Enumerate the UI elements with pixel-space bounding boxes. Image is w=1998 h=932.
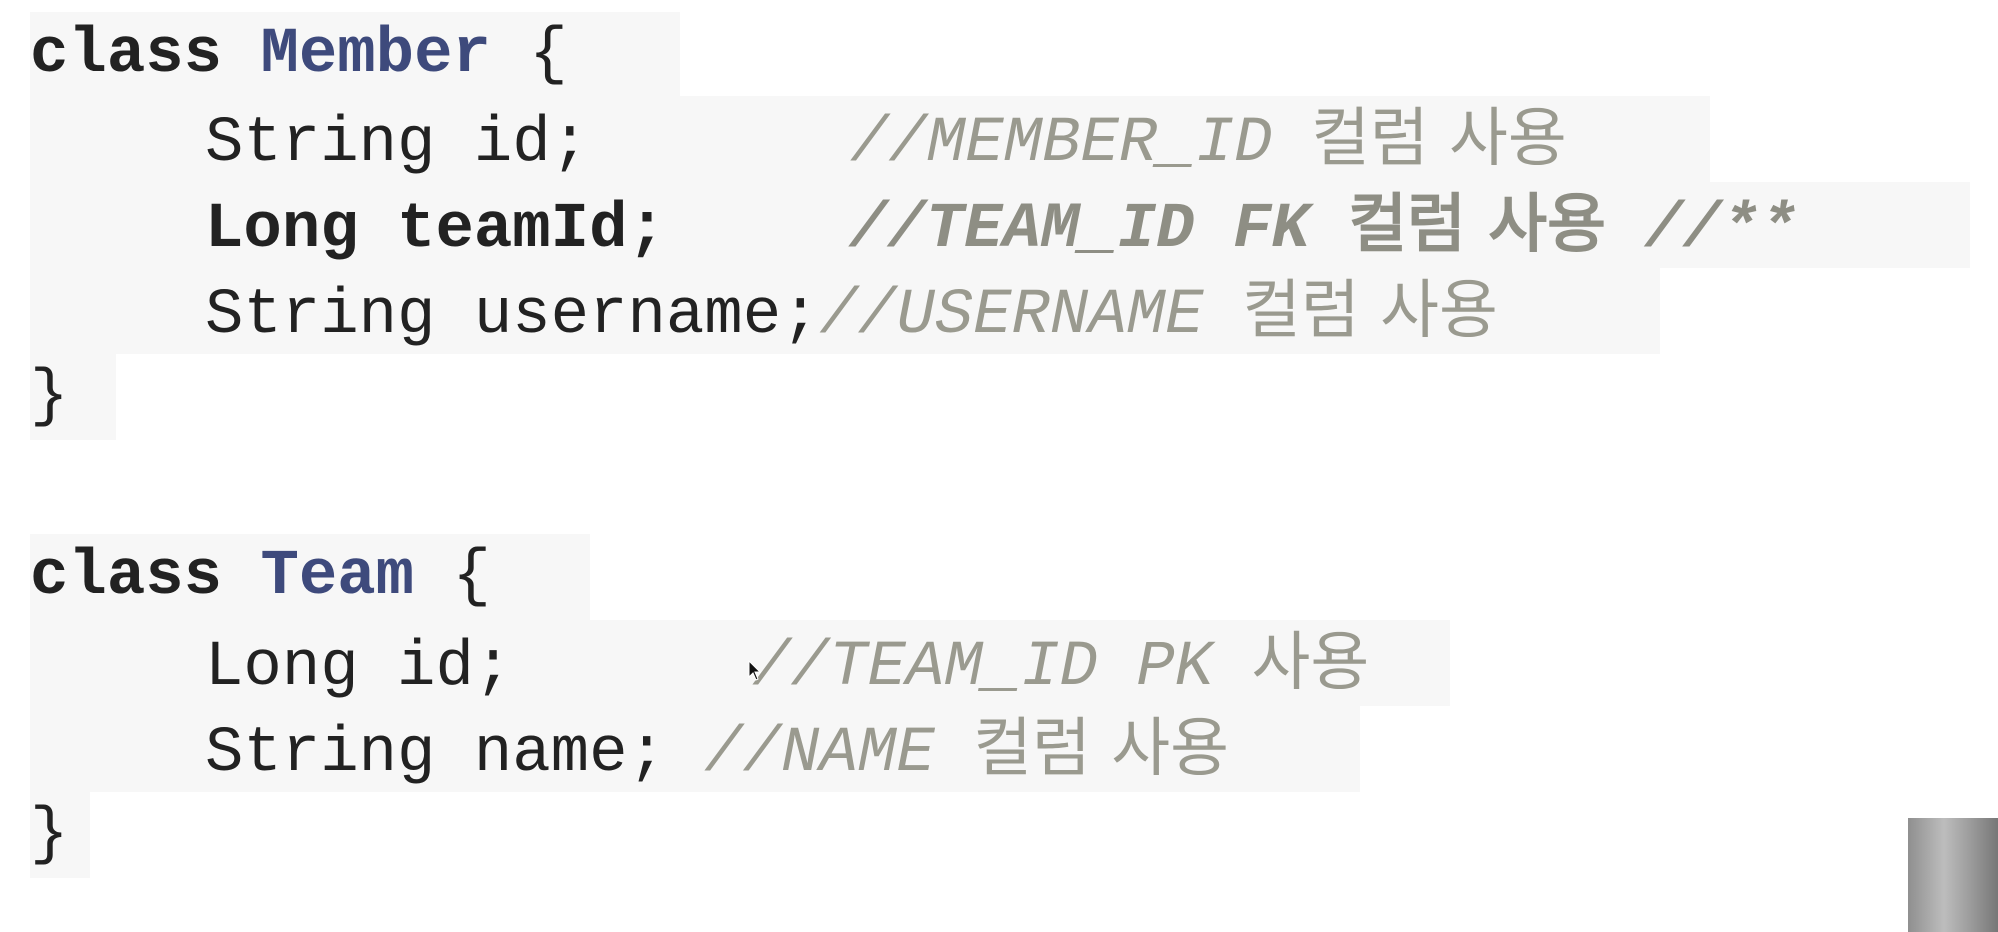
member-class-name: Member [260, 19, 491, 91]
class-keyword: class [30, 541, 223, 613]
team-class-footer: } [30, 792, 90, 878]
field-comment-ko: 컬럼 사용 [973, 712, 1229, 786]
side-photo [1908, 818, 1998, 932]
member-class-footer: } [30, 354, 116, 440]
field-comment: //USERNAME [819, 280, 1204, 352]
member-field-username: String username;//USERNAME 컬럼 사용 [30, 268, 1660, 354]
field-code: String id; [205, 108, 590, 180]
member-class-header: class Member { [30, 12, 680, 98]
field-comment: //TEAM_ID PK [752, 632, 1214, 704]
field-code: String name; [205, 718, 666, 790]
field-code: Long teamId; [205, 194, 666, 266]
team-class-name: Team [260, 541, 415, 613]
field-comment: //MEMBER_ID [850, 108, 1273, 180]
field-code: Long id; [205, 632, 513, 704]
team-close-brace: } [30, 799, 69, 871]
field-comment-tail: //** [1644, 194, 1798, 266]
member-close-brace: } [30, 361, 69, 433]
member-open-brace: { [529, 19, 568, 91]
field-code: String username; [205, 280, 820, 352]
member-field-teamid: Long teamId; //TEAM_ID FK 컬럼 사용 //** [30, 182, 1970, 268]
team-field-name: String name; //NAME 컬럼 사용 [30, 706, 1360, 792]
mouse-cursor-icon [748, 660, 762, 681]
field-comment-ko: 컬럼 사용 [1310, 102, 1567, 176]
field-comment-ko: 사용 [1251, 626, 1370, 700]
class-keyword: class [30, 19, 223, 91]
member-field-id: String id; //MEMBER_ID 컬럼 사용 [30, 96, 1710, 182]
field-comment: //TEAM_ID FK [848, 194, 1310, 266]
field-comment-ko: 컬럼 사용 [1241, 274, 1498, 348]
team-field-id: Long id; //TEAM_ID PK 사용 [30, 620, 1450, 706]
team-class-header: class Team { [30, 534, 590, 620]
code-slide: class Member { String id; //MEMBER_ID 컬럼 … [0, 0, 1998, 932]
field-comment-ko: 컬럼 사용 [1348, 188, 1606, 262]
field-comment: //NAME [704, 718, 935, 790]
team-open-brace: { [452, 541, 491, 613]
